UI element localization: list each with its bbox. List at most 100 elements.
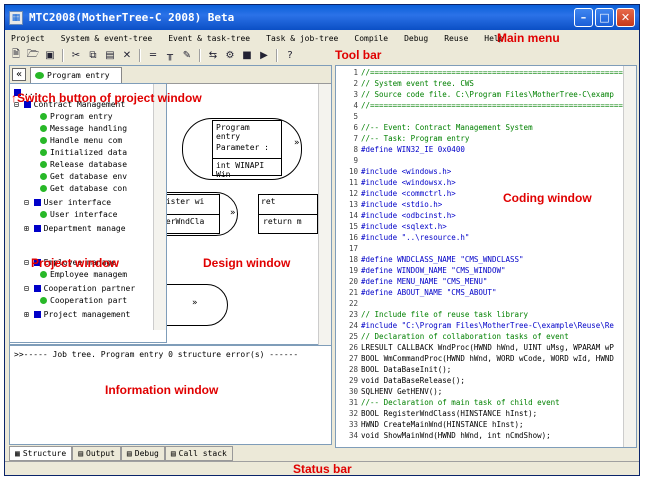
line-number: 29: [348, 376, 358, 385]
code-text: //======================================…: [361, 101, 637, 110]
coding-window[interactable]: 1//=====================================…: [335, 65, 637, 448]
open-folder-icon[interactable]: 🗁: [26, 49, 40, 62]
menu-event-task-tree[interactable]: Event & task-tree: [168, 34, 250, 43]
pen-icon[interactable]: ✎: [180, 49, 194, 62]
tree-item[interactable]: Cooperation part: [40, 294, 127, 306]
code-text: #define ABOUT_NAME "CMS_ABOUT": [361, 288, 497, 297]
code-line: 30 SQLHENV GetHENV();: [336, 387, 442, 398]
code-line: 20 #define MENU_NAME "CMS_MENU": [336, 277, 487, 288]
task-icon: [40, 296, 47, 304]
tool-bar-label: Tool bar: [335, 48, 382, 62]
return-node[interactable]: ret return m: [258, 194, 318, 234]
tree-item[interactable]: Get database con: [40, 182, 127, 194]
tree-item[interactable]: Release database: [40, 158, 127, 170]
close-button[interactable]: ✕: [616, 8, 635, 27]
menu-system-event-tree[interactable]: System & event-tree: [61, 34, 153, 43]
tree-item[interactable]: Initialized data: [40, 146, 127, 158]
task-icon: [40, 160, 47, 168]
compile-icon[interactable]: ⚙: [223, 49, 237, 62]
line-number: 13: [348, 200, 358, 209]
line-number: 31: [348, 398, 358, 407]
line-number: 33: [348, 420, 358, 429]
minimize-button[interactable]: –: [574, 8, 593, 27]
code-text: BOOL RegisterWndClass(HINSTANCE hInst);: [361, 409, 538, 418]
code-text: #include <sqlext.h>: [361, 222, 447, 231]
tree-node[interactable]: ⊟ User interface: [24, 196, 111, 208]
new-file-icon[interactable]: 🗎: [9, 49, 23, 62]
code-text: #include "..\resource.h": [361, 233, 470, 242]
tab-call-stack[interactable]: ▤ Call stack: [164, 445, 233, 461]
run-icon[interactable]: ▶: [257, 49, 271, 62]
tab-program-entry-label: Program entry: [47, 71, 110, 80]
code-line: 28 BOOL DataBaseInit();: [336, 365, 451, 376]
tree-item[interactable]: User interface: [40, 208, 117, 220]
code-text: #include <windows.h>: [361, 167, 452, 176]
tree-item[interactable]: Message handling: [40, 122, 127, 134]
register-node[interactable]: gister wi terWndCla: [158, 194, 220, 234]
menu-compile[interactable]: Compile: [354, 34, 388, 43]
tree-node[interactable]: ⊞ Department manage: [24, 222, 126, 234]
line-number: 24: [348, 321, 358, 330]
project-switch-button[interactable]: «: [12, 68, 26, 81]
tab-program-entry[interactable]: Program entry: [30, 67, 122, 83]
code-text: void ShowMainWnd(HWND hWnd, int nCmdShow…: [361, 431, 551, 440]
code-text: BOOL WmCommandProc(HWND hWnd, WORD wCode…: [361, 354, 614, 363]
code-line: 5: [336, 112, 361, 123]
tree-node[interactable]: ⊞ Project management: [24, 308, 130, 320]
tab-debug[interactable]: ▤ Debug: [120, 445, 165, 461]
menu-debug[interactable]: Debug: [404, 34, 428, 43]
tree-item[interactable]: Program entry: [40, 110, 113, 122]
debug-icon: ▤: [126, 448, 132, 458]
code-line: 4//=====================================…: [336, 101, 637, 112]
task-icon: [40, 124, 47, 132]
program-entry-node[interactable]: Program entry Parameter : int WINAPI Win: [212, 120, 282, 179]
project-scrollbar[interactable]: [153, 84, 166, 330]
line-number: 17: [348, 244, 358, 253]
code-text: //-- Event: Contract Management System: [361, 123, 533, 132]
window-title: MTC2008(MotherTree-C 2008) Beta: [29, 11, 235, 24]
code-text: #define WNDCLASS_NAME "CMS_WNDCLASS": [361, 255, 524, 264]
line-number: 10: [348, 167, 358, 176]
code-text: //-- Declaration of main task of child e…: [361, 398, 560, 407]
code-line: 10 #include <windows.h>: [336, 167, 451, 178]
copy-icon[interactable]: ⧉: [86, 49, 100, 62]
help-icon[interactable]: ?: [283, 49, 297, 62]
design-scrollbar[interactable]: [318, 84, 331, 346]
code-scrollbar[interactable]: [623, 66, 636, 447]
build-icon[interactable]: ⇆: [206, 49, 220, 62]
maximize-button[interactable]: □: [595, 8, 614, 27]
tree-node[interactable]: ⊟ Cooperation partner: [24, 282, 135, 294]
line-number: 32: [348, 409, 358, 418]
code-text: #include <odbcinst.h>: [361, 211, 456, 220]
insert-line-icon[interactable]: ═: [146, 49, 160, 62]
tab-structure[interactable]: ▦ Structure: [9, 445, 73, 461]
stop-icon[interactable]: ■: [240, 49, 254, 62]
tab-output[interactable]: ▤ Output: [72, 445, 121, 461]
menu-project[interactable]: Project: [11, 34, 45, 43]
line-number: 20: [348, 277, 358, 286]
design-window[interactable]: Program entry Parameter : int WINAPI Win…: [158, 84, 318, 346]
code-line: 18 #define WNDCLASS_NAME "CMS_WNDCLASS": [336, 255, 524, 266]
line-number: 11: [348, 178, 358, 187]
project-window-label: Project window: [31, 256, 120, 270]
menu-task-job-tree[interactable]: Task & job-tree: [266, 34, 338, 43]
code-line: 19 #define WINDOW_NAME "CMS_WINDOW": [336, 266, 506, 277]
folder-icon: [33, 198, 41, 206]
code-line: 9: [336, 156, 361, 167]
line-number: 26: [348, 343, 358, 352]
line-number: 5: [353, 112, 358, 121]
cut-icon[interactable]: ✂: [69, 49, 83, 62]
tree-item[interactable]: Get database env: [40, 170, 127, 182]
code-line: 6//-- Event: Contract Management System: [336, 123, 533, 134]
code-line: 34 void ShowMainWnd(HWND hWnd, int nCmdSh…: [336, 431, 551, 442]
branch-icon[interactable]: ╥: [163, 49, 177, 62]
menu-reuse[interactable]: Reuse: [444, 34, 468, 43]
tree-item[interactable]: Handle menu com: [40, 134, 122, 146]
code-text: #include <windowsx.h>: [361, 178, 456, 187]
save-icon[interactable]: ▣: [43, 49, 57, 62]
paste-icon[interactable]: ▤: [103, 49, 117, 62]
task-icon: [40, 172, 47, 180]
task-icon: [40, 148, 47, 156]
code-text: #include "C:\Program Files\MotherTree-C\…: [361, 321, 614, 330]
delete-icon[interactable]: ✕: [120, 49, 134, 62]
